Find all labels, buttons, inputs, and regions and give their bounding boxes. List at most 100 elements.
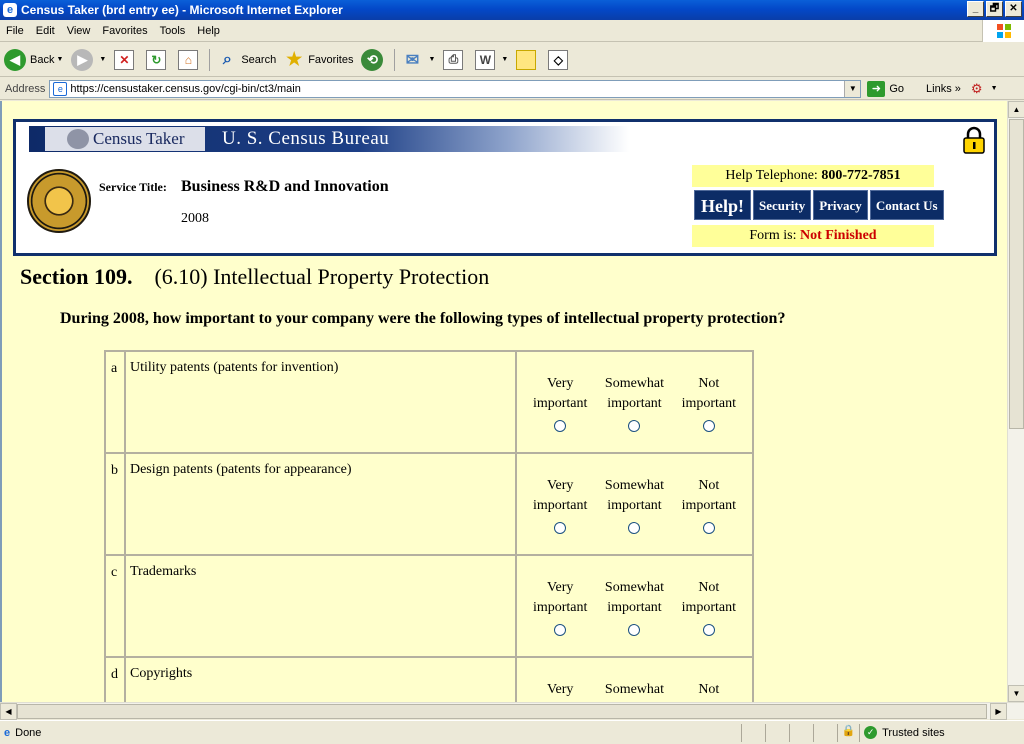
address-url: https://censustaker.census.gov/cgi-bin/c… bbox=[70, 82, 301, 95]
window-title: Census Taker (brd entry ee) - Microsoft … bbox=[21, 3, 343, 17]
radio-somewhat-important[interactable] bbox=[628, 624, 641, 636]
edit-button[interactable]: W ▼ bbox=[471, 46, 512, 74]
extra-dropdown-icon[interactable]: ▼ bbox=[991, 85, 998, 92]
stop-button[interactable]: ✕ bbox=[110, 46, 142, 74]
standard-toolbar: ◀ Back ▼ ▶ ▼ ✕ ↻ ⌂ ⌕ Search ★ Favorites … bbox=[0, 43, 1024, 77]
importance-options: Veryimportant Somewhatimportant Notimpor… bbox=[515, 452, 754, 556]
option-text: Not bbox=[698, 478, 720, 493]
importance-options: Veryimportant Somewhatimportant Notimpor… bbox=[515, 350, 754, 454]
back-button[interactable]: ◀ Back ▼ bbox=[0, 46, 67, 74]
search-button[interactable]: ⌕ Search bbox=[213, 46, 280, 74]
search-icon: ⌕ bbox=[222, 50, 232, 68]
radio-somewhat-important[interactable] bbox=[628, 420, 641, 432]
radio-not-important[interactable] bbox=[702, 522, 715, 534]
row-label: Trademarks bbox=[123, 554, 518, 658]
option-somewhat-important: Somewhat important bbox=[597, 578, 671, 643]
horizontal-scroll-thumb[interactable] bbox=[17, 704, 987, 719]
scroll-right-icon[interactable]: ▶ bbox=[990, 703, 1007, 720]
go-button[interactable]: ➜ Go bbox=[867, 80, 904, 97]
print-button[interactable]: ⎙ bbox=[439, 46, 471, 74]
census-banner: Census Taker U. S. Census Bureau bbox=[29, 126, 629, 152]
agency-name: U. S. Census Bureau bbox=[222, 128, 390, 149]
history-button[interactable]: ⟲ bbox=[357, 46, 391, 74]
forward-button[interactable]: ▶ ▼ bbox=[67, 46, 110, 74]
links-button[interactable]: Links » bbox=[926, 83, 961, 95]
status-cell bbox=[813, 723, 837, 742]
favorites-star-icon: ★ bbox=[286, 49, 303, 69]
status-cell bbox=[765, 723, 789, 742]
privacy-button[interactable]: Privacy bbox=[813, 190, 868, 220]
close-button[interactable]: ✕ bbox=[1005, 1, 1022, 17]
address-label: Address bbox=[5, 82, 46, 95]
mail-dropdown-icon[interactable]: ▼ bbox=[428, 56, 435, 63]
help-button[interactable]: Help! bbox=[694, 190, 751, 220]
menu-help[interactable]: Help bbox=[191, 25, 226, 37]
refresh-button[interactable]: ↻ bbox=[142, 46, 174, 74]
search-label: Search bbox=[241, 53, 277, 66]
home-button[interactable]: ⌂ bbox=[174, 46, 206, 74]
back-dropdown-icon[interactable]: ▼ bbox=[56, 56, 63, 63]
menu-view[interactable]: View bbox=[61, 25, 97, 37]
horizontal-scrollbar[interactable]: ◀ ▶ bbox=[0, 702, 1024, 720]
option-text: Somewhat bbox=[604, 682, 665, 697]
print-icon: ⎙ bbox=[443, 49, 464, 70]
address-input[interactable]: e https://censustaker.census.gov/cgi-bin… bbox=[49, 79, 862, 98]
messenger-button[interactable]: ◇ bbox=[544, 46, 576, 74]
radio-very-important[interactable] bbox=[554, 420, 567, 432]
eagle-icon bbox=[67, 129, 89, 149]
menu-edit[interactable]: Edit bbox=[30, 25, 61, 37]
radio-very-important[interactable] bbox=[554, 624, 567, 636]
menu-file[interactable]: File bbox=[0, 25, 30, 37]
department-of-commerce-seal bbox=[27, 169, 91, 233]
row-letter: c bbox=[104, 554, 126, 658]
help-telephone: Help Telephone: 800-772-7851 bbox=[692, 165, 934, 187]
mail-button[interactable]: ✉ ▼ bbox=[398, 46, 439, 74]
scroll-left-icon[interactable]: ◀ bbox=[0, 703, 17, 720]
back-label: Back bbox=[30, 53, 55, 66]
option-somewhat-important: Somewhat important bbox=[597, 476, 671, 541]
scroll-down-icon[interactable]: ▼ bbox=[1008, 685, 1024, 702]
form-status-value: Not Finished bbox=[799, 228, 877, 243]
importance-options: Veryimportant Somewhatimportant Notimpor… bbox=[515, 554, 754, 658]
toolbar-separator bbox=[209, 48, 211, 71]
ie-icon: e bbox=[3, 3, 17, 17]
option-text: important bbox=[607, 396, 662, 411]
vertical-scrollbar[interactable]: ▲ ▼ bbox=[1007, 101, 1024, 702]
row-label: Utility patents (patents for invention) bbox=[123, 350, 518, 454]
minimize-button[interactable]: _ bbox=[967, 1, 984, 17]
service-title-label: Service Title: bbox=[99, 180, 167, 194]
scroll-up-icon[interactable]: ▲ bbox=[1008, 101, 1024, 118]
edit-dropdown-icon[interactable]: ▼ bbox=[501, 56, 508, 63]
menu-tools[interactable]: Tools bbox=[154, 25, 192, 37]
importance-options: Veryimportant Somewhatimportant Notimpor… bbox=[515, 656, 754, 702]
option-text: Not bbox=[698, 682, 720, 697]
header-nav: Help! Security Privacy Contact Us bbox=[694, 190, 944, 220]
row-label: Design patents (patents for appearance) bbox=[123, 452, 518, 556]
restore-button[interactable]: 🗗 bbox=[986, 1, 1003, 17]
vertical-scroll-thumb[interactable] bbox=[1009, 119, 1024, 429]
forward-dropdown-icon[interactable]: ▼ bbox=[99, 56, 106, 63]
security-button[interactable]: Security bbox=[753, 190, 812, 220]
table-row: d Copyrights Veryimportant Somewhatimpor… bbox=[104, 656, 754, 702]
status-text: Done bbox=[15, 726, 42, 739]
option-text: Somewhat bbox=[604, 478, 665, 493]
contact-us-button[interactable]: Contact Us bbox=[869, 190, 944, 220]
address-dropdown-icon[interactable]: ▼ bbox=[844, 80, 861, 97]
menu-favorites[interactable]: Favorites bbox=[96, 25, 153, 37]
go-arrow-icon: ➜ bbox=[867, 80, 886, 97]
mail-icon: ✉ bbox=[405, 51, 420, 69]
discuss-button[interactable] bbox=[512, 46, 544, 74]
radio-not-important[interactable] bbox=[702, 420, 715, 432]
padlock-icon[interactable]: 🔒 bbox=[837, 723, 859, 742]
favorites-button[interactable]: ★ Favorites bbox=[280, 46, 357, 74]
option-text: Very bbox=[546, 478, 574, 493]
address-bar: Address e https://censustaker.census.gov… bbox=[0, 78, 1024, 100]
radio-somewhat-important[interactable] bbox=[628, 522, 641, 534]
security-zone[interactable]: ✓ Trusted sites bbox=[859, 723, 945, 742]
radio-not-important[interactable] bbox=[702, 624, 715, 636]
form-status-label: Form is: bbox=[749, 228, 797, 243]
radio-very-important[interactable] bbox=[554, 522, 567, 534]
toolbar-extra-icon[interactable]: ⚙ bbox=[971, 81, 983, 97]
option-text: important bbox=[681, 600, 737, 615]
table-row: b Design patents (patents for appearance… bbox=[104, 452, 754, 556]
